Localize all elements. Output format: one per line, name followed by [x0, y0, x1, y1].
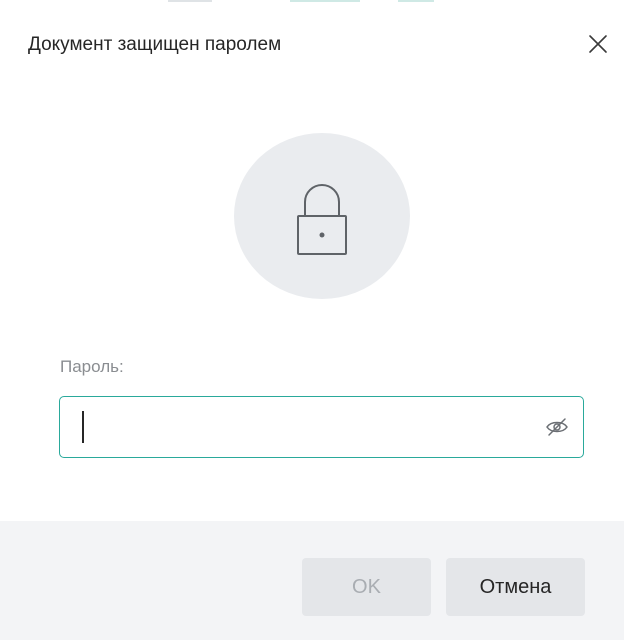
eye-slash-icon — [546, 418, 568, 436]
text-caret — [82, 411, 84, 443]
ok-button[interactable]: OK — [302, 558, 431, 616]
toggle-visibility-button[interactable] — [543, 413, 571, 441]
lock-illustration — [234, 133, 410, 299]
close-icon — [589, 35, 607, 53]
dialog-footer: OK Отмена — [0, 521, 624, 640]
password-field[interactable] — [59, 396, 584, 458]
window-top-edge — [0, 0, 624, 2]
dialog-title: Документ защищен паролем — [28, 34, 282, 55]
password-input[interactable] — [82, 409, 502, 445]
password-dialog: Документ защищен паролем Пароль: OK Отме… — [0, 0, 624, 640]
cancel-button[interactable]: Отмена — [446, 558, 585, 616]
password-label: Пароль: — [60, 357, 124, 376]
close-button[interactable] — [580, 24, 616, 64]
lock-icon — [297, 184, 347, 255]
